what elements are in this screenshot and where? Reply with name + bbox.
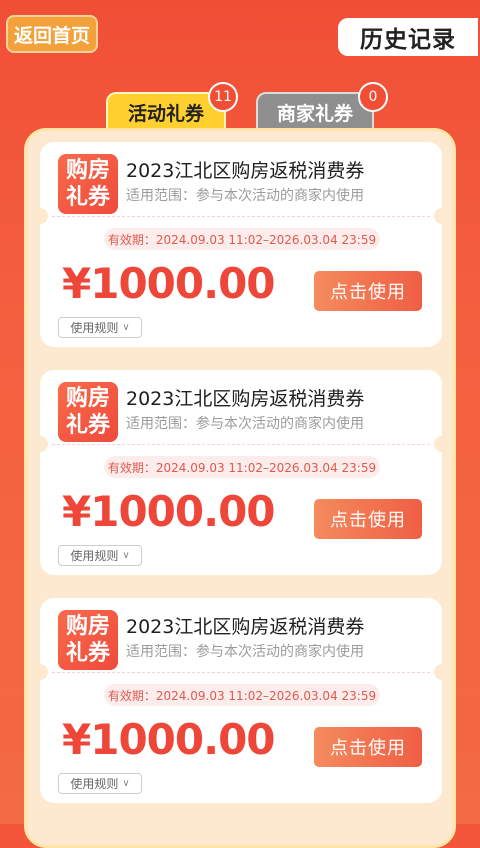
icon-text: 购房	[65, 386, 110, 411]
coupon-title: 2023江北区购房返税消费券	[126, 616, 365, 638]
history-records-button[interactable]: 历史记录	[338, 18, 478, 56]
tab-activity-coupons[interactable]: 活动礼券 11	[106, 82, 238, 130]
coupon-card: 购房 礼券 2023江北区购房返税消费券 适用范围：参与本次活动的商家内使用 有…	[32, 598, 450, 803]
icon-text: 礼券	[65, 413, 110, 438]
icon-text: 购房	[65, 158, 110, 183]
usage-rules-toggle[interactable]: 使用规则 ∨	[58, 317, 142, 338]
coupon-title: 2023江北区购房返税消费券	[126, 388, 365, 410]
ticket-divider	[52, 444, 430, 445]
use-coupon-button[interactable]: 点击使用	[314, 499, 422, 539]
validity-period: 有效期：2024.09.03 11:02–2026.03.04 23:59	[104, 228, 380, 250]
icon-text: 购房	[65, 614, 110, 639]
usage-rules-toggle[interactable]: 使用规则 ∨	[58, 545, 142, 566]
coupon-amount: ¥1000.00	[62, 487, 276, 536]
coupon-amount: ¥1000.00	[62, 259, 276, 308]
rules-label: 使用规则	[70, 777, 119, 791]
ticket-divider	[52, 216, 430, 217]
coupon-card: 购房 礼券 2023江北区购房返税消费券 适用范围：参与本次活动的商家内使用 有…	[32, 142, 450, 347]
coupon-scope: 适用范围：参与本次活动的商家内使用	[126, 188, 364, 204]
icon-text: 礼券	[65, 641, 110, 666]
usage-rules-toggle[interactable]: 使用规则 ∨	[58, 773, 142, 794]
coupon-card: 购房 礼券 2023江北区购房返税消费券 适用范围：参与本次活动的商家内使用 有…	[32, 370, 450, 575]
icon-text: 礼券	[65, 185, 110, 210]
validity-period: 有效期：2024.09.03 11:02–2026.03.04 23:59	[104, 456, 380, 478]
rules-label: 使用规则	[70, 549, 119, 563]
coupon-title: 2023江北区购房返税消费券	[126, 160, 365, 182]
ticket-notch	[32, 436, 48, 452]
back-home-button[interactable]: 返回首页	[6, 15, 98, 53]
coupon-amount: ¥1000.00	[62, 715, 276, 764]
tab-label: 活动礼券	[127, 102, 204, 125]
house-coupon-icon: 购房 礼券	[58, 154, 118, 214]
count-badge: 11	[208, 82, 238, 112]
chevron-down-icon: ∨	[122, 778, 130, 789]
chevron-down-icon: ∨	[122, 322, 130, 333]
ticket-notch	[32, 208, 48, 224]
rules-label: 使用规则	[70, 321, 119, 335]
coupon-scope: 适用范围：参与本次活动的商家内使用	[126, 416, 364, 432]
tab-merchant-coupons[interactable]: 商家礼券 0	[256, 82, 388, 130]
ticket-notch	[434, 436, 450, 452]
coupon-scope: 适用范围：参与本次活动的商家内使用	[126, 644, 364, 660]
ticket-notch	[434, 664, 450, 680]
ticket-notch	[32, 664, 48, 680]
house-coupon-icon: 购房 礼券	[58, 610, 118, 670]
ticket-notch	[434, 208, 450, 224]
ticket-divider	[52, 672, 430, 673]
validity-period: 有效期：2024.09.03 11:02–2026.03.04 23:59	[104, 684, 380, 706]
chevron-down-icon: ∨	[122, 550, 130, 561]
use-coupon-button[interactable]: 点击使用	[314, 271, 422, 311]
tab-label: 商家礼券	[276, 102, 353, 125]
use-coupon-button[interactable]: 点击使用	[314, 727, 422, 767]
house-coupon-icon: 购房 礼券	[58, 382, 118, 442]
count-badge: 0	[358, 82, 388, 112]
